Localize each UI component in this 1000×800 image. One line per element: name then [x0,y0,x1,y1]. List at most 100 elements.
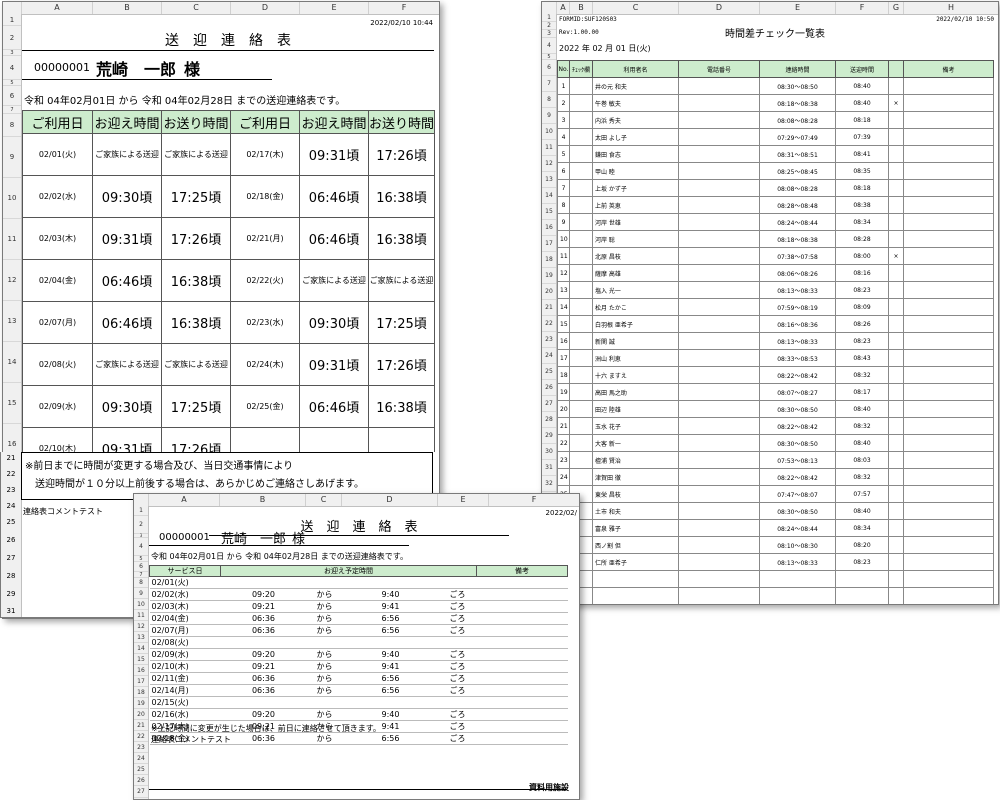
table-cell[interactable] [678,349,760,367]
table-cell[interactable]: 08:24〜08:44 [759,213,836,231]
col-header-b[interactable]: B [570,2,593,14]
table-cell[interactable]: 08:08〜08:28 [759,111,836,129]
table-cell[interactable]: 富泉 雅子 [592,519,679,537]
table-cell[interactable] [678,94,760,112]
table-cell[interactable]: 08:26 [835,315,889,333]
table-cell[interactable] [342,636,439,649]
table-cell[interactable] [678,400,760,418]
table-cell[interactable] [903,145,994,163]
table-cell[interactable]: ごろ [438,708,477,721]
table-cell[interactable] [569,349,593,367]
table-cell[interactable] [569,162,593,180]
table-cell[interactable]: 08:16〜08:36 [759,315,836,333]
table-cell[interactable]: 5 [557,145,570,163]
table-cell[interactable]: 白羽根 亜希子 [592,315,679,333]
table-cell[interactable] [438,696,477,709]
table-cell[interactable]: 松月 たかこ [592,298,679,316]
table-cell[interactable]: 08:17 [835,383,889,401]
table-cell[interactable]: 08:20 [835,536,889,554]
table-cell[interactable]: 08:18〜08:38 [759,94,836,112]
table-cell[interactable]: 17:25頃 [161,175,231,218]
table-cell[interactable] [569,451,593,469]
col-header-e[interactable]: E [760,2,836,14]
table-cell[interactable] [569,315,593,333]
table-cell[interactable] [678,417,760,435]
table-cell[interactable]: ごろ [438,660,477,673]
table-cell[interactable]: 太田 よし子 [592,128,679,146]
table-cell[interactable] [903,196,994,214]
table-cell[interactable]: 02/04(金) [22,259,93,302]
table-cell[interactable] [342,576,439,589]
select-all-corner[interactable] [3,2,22,14]
table-cell[interactable]: 08:22〜08:42 [759,468,836,486]
table-cell[interactable] [888,502,904,520]
table-cell[interactable]: 20 [557,400,570,418]
table-cell[interactable]: 08:28 [835,230,889,248]
table-cell[interactable] [678,383,760,401]
table-cell[interactable] [592,570,679,588]
table-cell[interactable]: 6:56 [342,672,439,685]
table-cell[interactable]: 08:33〜08:53 [759,349,836,367]
table-cell[interactable] [903,315,994,333]
table-cell[interactable] [438,576,477,589]
table-cell[interactable]: ご家族による送迎 [368,259,435,302]
col-header-c[interactable]: C [162,2,231,14]
table-cell[interactable]: 甲山 睦 [592,162,679,180]
table-cell[interactable]: 6:56 [342,732,439,745]
table-cell[interactable] [678,536,760,554]
table-cell[interactable]: 08:32 [835,366,889,384]
table-cell[interactable]: 08:40 [835,94,889,112]
table-cell[interactable]: 08:24〜08:44 [759,519,836,537]
col-header-d[interactable]: D [679,2,760,14]
table-cell[interactable] [888,264,904,282]
table-cell[interactable]: 薩摩 高雄 [592,264,679,282]
table-cell[interactable]: 9:41 [342,600,439,613]
col-header-d[interactable]: D [231,2,300,14]
table-cell[interactable] [678,434,760,452]
table-cell[interactable]: 08:18 [835,179,889,197]
table-cell[interactable] [903,434,994,452]
table-cell[interactable]: 08:40 [835,502,889,520]
table-cell[interactable]: 08:22〜08:42 [759,366,836,384]
table-cell[interactable]: 06:36 [220,612,307,625]
table-cell[interactable]: 07:29〜07:49 [759,128,836,146]
table-cell[interactable]: 大客 新一 [592,434,679,452]
table-cell[interactable]: 08:34 [835,519,889,537]
table-cell[interactable]: から [306,588,343,601]
table-cell[interactable] [903,451,994,469]
table-cell[interactable] [569,196,593,214]
table-cell[interactable] [903,587,994,604]
table-cell[interactable] [569,94,593,112]
table-cell[interactable]: 02/17(木) [230,133,300,176]
table-cell[interactable] [678,128,760,146]
table-cell[interactable]: 9:40 [342,708,439,721]
table-cell[interactable]: から [306,684,343,697]
table-cell[interactable] [678,145,760,163]
table-cell[interactable]: 09:21 [220,660,307,673]
table-cell[interactable] [569,264,593,282]
table-cell[interactable]: 08:40 [835,434,889,452]
table-cell[interactable]: 08:25〜08:45 [759,162,836,180]
table-cell[interactable] [888,536,904,554]
table-cell[interactable]: 08:23 [835,281,889,299]
col-header-f[interactable]: F [489,494,579,506]
table-cell[interactable]: 02/04(金) [149,612,221,625]
table-cell[interactable] [888,587,904,604]
table-cell[interactable] [888,111,904,129]
table-cell[interactable]: から [306,600,343,613]
table-cell[interactable]: から [306,660,343,673]
table-cell[interactable]: 08:40 [835,400,889,418]
table-cell[interactable] [678,213,760,231]
table-cell[interactable] [306,576,343,589]
table-cell[interactable]: 08:38 [835,196,889,214]
table-cell[interactable]: 15 [557,315,570,333]
table-cell[interactable] [903,111,994,129]
table-cell[interactable]: 11 [557,247,570,265]
table-cell[interactable]: 6:56 [342,684,439,697]
table-cell[interactable] [888,485,904,503]
table-cell[interactable] [678,298,760,316]
table-cell[interactable]: ごろ [438,588,477,601]
table-cell[interactable]: 内浜 秀夫 [592,111,679,129]
table-cell[interactable]: 02/07(月) [149,624,221,637]
table-cell[interactable]: 玉水 花子 [592,417,679,435]
